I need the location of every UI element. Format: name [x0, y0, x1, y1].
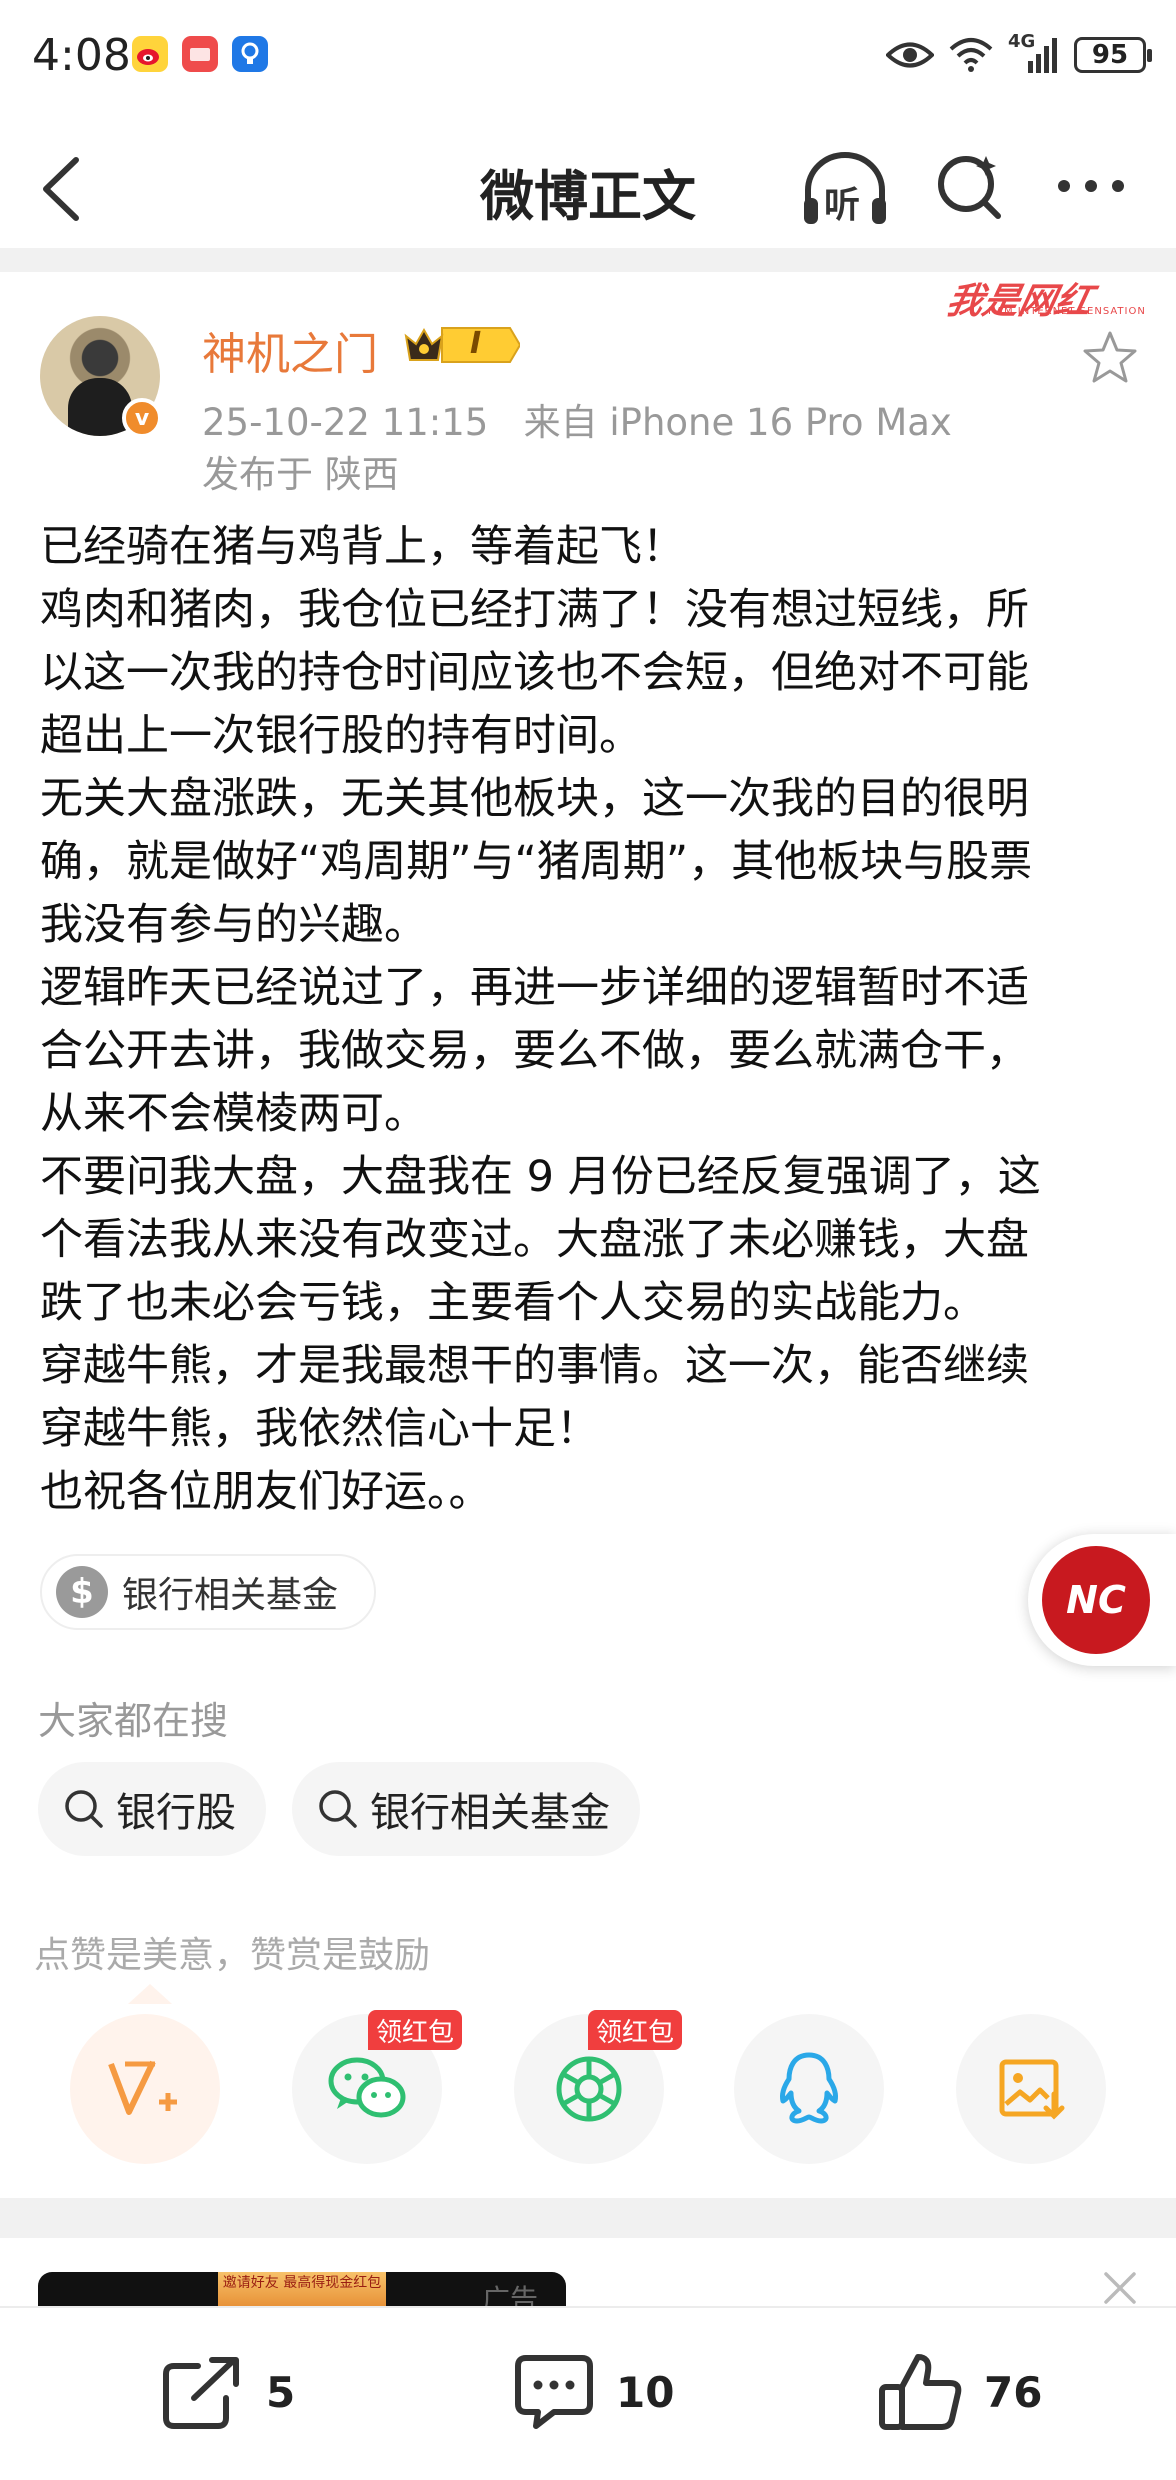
like-button[interactable]: 76: [878, 2352, 1042, 2432]
post-line: 合公开去讲，我做交易，要么不做，要么就满仓干，: [40, 1026, 1029, 1076]
post-line: 鸡肉和猪肉，我仓位已经打满了！没有想过短线，所: [40, 585, 1029, 635]
search-icon: [65, 1790, 103, 1828]
comment-button[interactable]: 10: [512, 2352, 674, 2432]
save-image-button[interactable]: [956, 2014, 1106, 2164]
topic-chip[interactable]: $ 银行相关基金: [40, 1554, 377, 1630]
reward-text: 点赞是美意，赞赏是鼓励: [34, 1935, 431, 1976]
search-chip-label: 银行股: [116, 1790, 236, 1836]
wifi-icon: [949, 38, 993, 72]
author-name[interactable]: 神机之门: [202, 318, 378, 382]
lightbulb-app-icon: [232, 36, 268, 72]
repost-button[interactable]: 5: [160, 2352, 295, 2432]
post-location: 发布于 陕西: [202, 453, 399, 496]
verified-badge-icon: v: [122, 398, 162, 438]
search-section-header: 大家都在搜: [38, 1699, 229, 1743]
post-line: 穿越牛熊，才是我最想干的事情。这一次，能否继续: [40, 1341, 1029, 1391]
reward-pointer: [128, 1984, 172, 2004]
search-chip[interactable]: 银行股: [38, 1762, 266, 1856]
floating-ad-button[interactable]: NC: [1028, 1534, 1176, 1666]
post-line: 跌了也未必会亏钱，主要看个人交易的实战能力。: [40, 1278, 986, 1328]
section-divider: [0, 2198, 1176, 2238]
eye-icon: [886, 42, 934, 68]
huawei-app-icon: [182, 36, 218, 72]
signal-icon: 4G: [1008, 31, 1060, 75]
post-meta: 25-10-22 11:15 来自 iPhone 16 Pro Max: [202, 401, 952, 444]
listen-icon[interactable]: 听: [800, 150, 890, 230]
post-line: 我没有参与的兴趣。: [40, 900, 427, 950]
watermark-subtitle: I AM INTERNET SENSATION: [988, 306, 1146, 317]
repost-count: 5: [266, 2367, 296, 2417]
post-body: 已经骑在猪与鸡背上，等着起飞！ 鸡肉和猪肉，我仓位已经打满了！没有想过短线，所 …: [40, 516, 1140, 1524]
dollar-icon: $: [56, 1566, 108, 1618]
nav-bar: 微博正文 听: [0, 120, 1176, 250]
listen-label: 听: [824, 185, 861, 226]
post-line: 超出上一次银行股的持有时间。: [40, 711, 642, 761]
topic-chip-label: 银行相关基金: [122, 1575, 339, 1616]
search-icon: [319, 1790, 357, 1828]
weibo-reward-icon: [108, 2060, 177, 2115]
comment-count: 10: [616, 2367, 675, 2417]
search-chip[interactable]: 银行相关基金: [292, 1762, 640, 1856]
thumbs-up-icon: [879, 2354, 962, 2430]
post-line: 无关大盘涨跌，无关其他板块，这一次我的目的很明: [40, 774, 1029, 824]
status-time: 4:08: [32, 30, 131, 81]
nc-logo-icon: NC: [1042, 1546, 1150, 1654]
wechat-icon: [328, 2057, 406, 2118]
like-count: 76: [984, 2367, 1043, 2417]
favorite-star-icon[interactable]: [1082, 330, 1138, 384]
search-icon[interactable]: [934, 150, 1006, 222]
qq-icon: [780, 2052, 838, 2124]
vip-crown-icon[interactable]: I: [402, 320, 522, 374]
moments-icon: [556, 2056, 622, 2122]
status-indicators: 4G 95: [886, 30, 1152, 80]
share-qq-button[interactable]: [734, 2014, 884, 2164]
comment-icon: [515, 2355, 593, 2429]
post-line: 也祝各位朋友们好运。。: [40, 1467, 492, 1517]
bottom-action-bar: 5 10 76: [0, 2306, 1176, 2480]
post-line: 个看法我从来没有改变过。大盘涨了未必赚钱，大盘: [40, 1215, 1029, 1265]
weibo-app-icon: [132, 36, 168, 72]
reward-button[interactable]: [70, 2014, 220, 2164]
post-line: 以这一次我的持仓时间应该也不会短，但绝对不可能: [40, 648, 1029, 698]
save-image-icon: [999, 2059, 1065, 2120]
post-line: 不要问我大盘，大盘我在 9 月份已经反复强调了，这: [40, 1152, 1041, 1202]
post-line: 穿越牛熊，我依然信心十足！: [40, 1404, 599, 1454]
search-chip-label: 银行相关基金: [370, 1790, 610, 1836]
section-divider: [0, 248, 1176, 272]
status-bar: 4:08 4G 95: [0, 0, 1176, 120]
post-line: 确，就是做好“鸡周期”与“猪周期”，其他板块与股票: [40, 837, 1033, 887]
battery-icon: 95: [1074, 37, 1152, 73]
post-line: 逻辑昨天已经说过了，再进一步详细的逻辑暂时不适: [40, 963, 1029, 1013]
post-line: 从来不会模棱两可。: [40, 1089, 427, 1139]
red-envelope-badge: 领红包: [368, 2010, 463, 2050]
post-line: 已经骑在猪与鸡背上，等着起飞！: [40, 522, 685, 572]
vip-level: I: [470, 326, 482, 361]
close-icon[interactable]: [1100, 2268, 1140, 2308]
repost-icon: [163, 2357, 239, 2429]
red-envelope-badge: 领红包: [588, 2010, 683, 2050]
more-icon[interactable]: [1056, 176, 1126, 196]
